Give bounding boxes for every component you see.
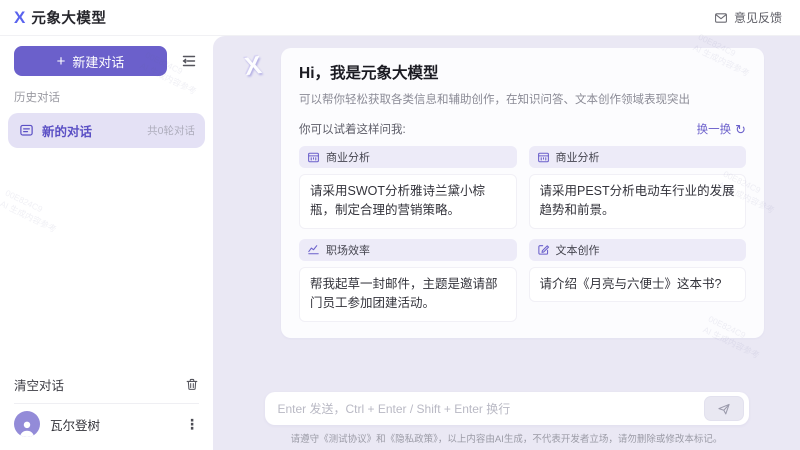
business-analysis-icon [537,151,550,164]
person-icon [17,418,37,437]
collapse-sidebar-button[interactable] [177,49,201,73]
suggestion-card: 商业分析 请采用PEST分析电动车行业的发展趋势和前景。 [529,146,747,229]
suggestion-category-label: 商业分析 [556,149,600,165]
chat-bubble-icon [19,123,34,138]
suggestion-card: 商业分析 请采用SWOT分析雅诗兰黛小棕瓶，制定合理的营销策略。 [299,146,517,229]
suggestion-category: 商业分析 [299,146,517,168]
suggestion-category-label: 职场效率 [326,242,370,258]
line-chart-icon [307,243,320,256]
clear-conversations-button[interactable]: 清空对话 [14,367,199,401]
app-logo: X 元象大模型 [14,7,106,28]
new-chat-label: 新建对话 [72,52,124,71]
composer-area: 请遵守《测试协议》和《隐私政策》，以上内容由AI生成，不代表开发者立场，请勿删除… [213,392,800,450]
suggestion-prompt[interactable]: 请介绍《月亮与六便士》这本书? [529,267,747,302]
try-prompts-label: 你可以试着这样问我: [299,121,406,137]
suggestion-grid: 商业分析 请采用SWOT分析雅诗兰黛小棕瓶，制定合理的营销策略。 商业分析 [299,146,746,322]
suggestion-category-label: 文本创作 [556,242,600,258]
greeting-description: 可以帮你轻松获取各类信息和辅助创作，在知识问答、文本创作领域表现突出 [299,91,746,107]
refresh-label: 换一换 [697,121,732,137]
edit-icon [537,243,550,256]
send-button[interactable] [704,396,744,421]
suggestion-prompt[interactable]: 帮我起草一封邮件，主题是邀请部门员工参加团建活动。 [299,267,517,322]
refresh-icon: ↻ [735,123,746,136]
greeting-title: Hi，我是元象大模型 [299,61,746,83]
refresh-prompts-button[interactable]: 换一换 ↻ [697,121,746,137]
top-bar: X 元象大模型 意见反馈 [0,0,800,36]
conversation-round-count: 共0轮对话 [147,123,195,138]
suggestion-prompt[interactable]: 请采用PEST分析电动车行业的发展趋势和前景。 [529,174,747,229]
message-input-bar [265,392,749,425]
welcome-card: Hi，我是元象大模型 可以帮你轻松获取各类信息和辅助创作，在知识问答、文本创作领… [281,48,764,338]
main-panel: X Hi，我是元象大模型 可以帮你轻松获取各类信息和辅助创作，在知识问答、文本创… [213,36,800,450]
feedback-button[interactable]: 意见反馈 [714,9,782,26]
plus-icon: + [57,54,66,69]
suggestion-card: 职场效率 帮我起草一封邮件，主题是邀请部门员工参加团建活动。 [299,239,517,322]
user-account-row: 瓦尔登树 ⋮ [14,404,199,444]
new-chat-button[interactable]: + 新建对话 [14,46,167,76]
suggestion-category: 文本创作 [529,239,747,261]
suggestion-prompt[interactable]: 请采用SWOT分析雅诗兰黛小棕瓶，制定合理的营销策略。 [299,174,517,229]
paper-plane-icon [717,402,731,416]
user-name: 瓦尔登树 [50,415,100,434]
suggestion-category: 商业分析 [529,146,747,168]
suggestion-category-label: 商业分析 [326,149,370,165]
clear-conversations-label: 清空对话 [14,375,64,394]
conversation-title: 新的对话 [42,121,92,140]
message-input[interactable] [278,402,704,416]
bot-avatar: X [235,48,271,84]
user-avatar[interactable] [14,411,40,437]
user-menu-button[interactable]: ⋮ [185,417,199,431]
app-title: 元象大模型 [31,7,106,28]
suggestion-category: 职场效率 [299,239,517,261]
business-analysis-icon [307,151,320,164]
history-section-label: 历史对话 [0,80,213,111]
suggestion-card: 文本创作 请介绍《月亮与六便士》这本书? [529,239,747,322]
conversation-item[interactable]: 新的对话 共0轮对话 [8,113,205,148]
logo-x-icon: X [14,8,25,28]
envelope-icon [714,11,728,25]
trash-icon [185,377,199,392]
ai-disclaimer: 请遵守《测试协议》和《隐私政策》，以上内容由AI生成，不代表开发者立场，请勿删除… [213,431,800,445]
sidebar: + 新建对话 历史对话 新的对话 共0轮对话 [0,36,213,450]
feedback-label: 意见反馈 [734,9,782,26]
collapse-sidebar-icon [181,54,197,68]
app-window: X 元象大模型 意见反馈 + 新建对话 [0,0,800,450]
